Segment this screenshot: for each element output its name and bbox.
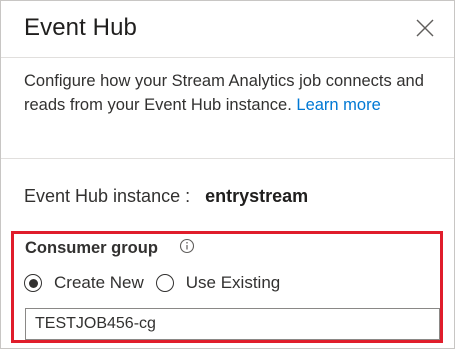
radio-use-existing-circle[interactable] xyxy=(155,274,174,292)
close-button[interactable] xyxy=(414,17,436,39)
radio-create-new-circle[interactable] xyxy=(24,274,42,292)
radio-use-existing[interactable]: Use Existing xyxy=(155,273,280,293)
close-icon xyxy=(416,19,434,37)
event-hub-panel: Event Hub Configure how your Stream Anal… xyxy=(0,0,455,349)
info-icon[interactable] xyxy=(179,238,195,254)
header-divider xyxy=(1,57,454,58)
consumer-group-name-input[interactable] xyxy=(25,308,440,340)
panel-title: Event Hub xyxy=(24,14,137,41)
section-divider xyxy=(1,158,454,159)
radio-use-existing-label[interactable]: Use Existing xyxy=(186,273,280,293)
instance-label: Event Hub instance : xyxy=(24,186,191,206)
panel-header: Event Hub xyxy=(1,1,454,57)
radio-selected-dot xyxy=(28,278,38,288)
learn-more-link[interactable]: Learn more xyxy=(296,96,380,114)
panel-description: Configure how your Stream Analytics job … xyxy=(24,69,434,117)
radio-create-new[interactable]: Create New xyxy=(24,273,144,293)
event-hub-instance-row: Event Hub instance : entrystream xyxy=(24,186,308,207)
instance-value: entrystream xyxy=(205,186,309,206)
radio-create-new-label[interactable]: Create New xyxy=(54,273,144,293)
consumer-group-label: Consumer group xyxy=(25,239,158,257)
consumer-group-options: Create New Use Existing xyxy=(24,271,280,295)
